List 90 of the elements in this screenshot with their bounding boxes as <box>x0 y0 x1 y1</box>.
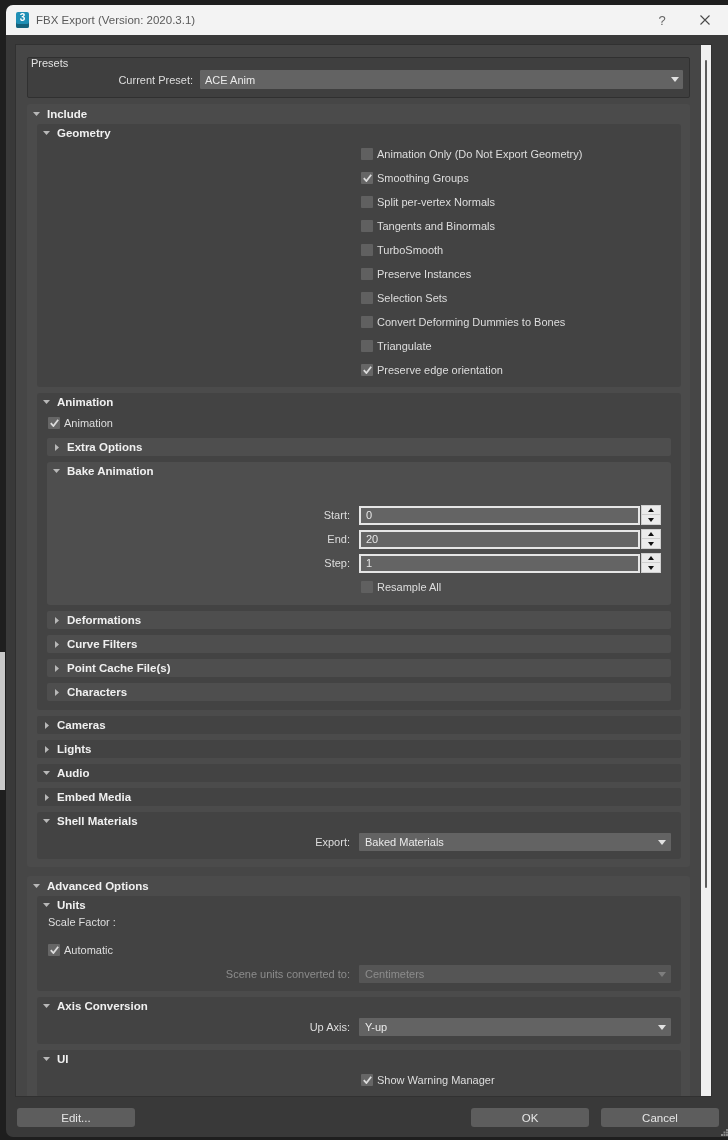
help-button[interactable]: ? <box>642 5 682 35</box>
checkbox-label: TurboSmooth <box>377 244 444 256</box>
rollout-header[interactable]: Lights <box>37 740 681 758</box>
checkbox[interactable] <box>361 148 373 160</box>
down-triangle-icon <box>648 565 654 570</box>
checkbox-label: Show Warning Manager <box>377 1074 495 1086</box>
checkbox-label: Smoothing Groups <box>377 172 469 184</box>
spin-down-button[interactable] <box>641 563 661 573</box>
field-label: Export: <box>315 836 350 848</box>
scrollbar-thumb[interactable] <box>705 60 707 888</box>
ok-button[interactable]: OK <box>471 1108 589 1127</box>
up-triangle-icon <box>648 556 654 560</box>
checkbox-label: Automatic <box>64 944 113 956</box>
rollout-header[interactable]: Audio <box>37 764 681 782</box>
window-title: FBX Export (Version: 2020.3.1) <box>36 14 196 26</box>
checkbox[interactable] <box>361 340 373 352</box>
rollout-header[interactable]: Units <box>43 896 86 914</box>
up-triangle-icon <box>648 508 654 512</box>
checkmark-icon <box>49 419 59 427</box>
checkbox[interactable] <box>361 244 373 256</box>
field-label: Up Axis: <box>309 1021 350 1033</box>
checkbox-label: Selection Sets <box>377 292 448 304</box>
rollout-header[interactable]: Advanced Options <box>33 876 149 896</box>
number-field[interactable]: 1 <box>359 553 640 573</box>
spin-up-button[interactable] <box>641 529 661 539</box>
checkbox[interactable] <box>361 172 373 184</box>
checkmark-icon <box>49 946 59 954</box>
field-label: Step: <box>324 557 350 569</box>
rollout-header[interactable]: Point Cache File(s) <box>47 659 671 677</box>
rollout-header[interactable]: Cameras <box>37 716 681 734</box>
app-logo: 3 <box>16 12 29 28</box>
checkbox[interactable] <box>361 1074 373 1086</box>
checkbox[interactable] <box>361 292 373 304</box>
rollout-header[interactable]: Extra Options <box>47 438 671 456</box>
rollout-header[interactable]: Bake Animation <box>53 462 154 480</box>
field-label: Start: <box>323 509 350 521</box>
number-field[interactable]: 0 <box>359 505 640 525</box>
checkbox[interactable] <box>361 364 373 376</box>
up-triangle-icon <box>648 532 654 536</box>
checkbox-label: Animation Only (Do Not Export Geometry) <box>377 148 583 160</box>
spin-up-button[interactable] <box>641 505 661 515</box>
dropdown[interactable]: Baked Materials <box>359 833 671 851</box>
rollout-header[interactable]: Embed Media <box>37 788 681 806</box>
checkbox[interactable] <box>48 944 60 956</box>
checkbox-label: Preserve edge orientation <box>377 364 503 376</box>
rollout-header[interactable]: Animation <box>43 393 114 411</box>
checkbox[interactable] <box>361 220 373 232</box>
rollout-header[interactable]: Curve Filters <box>47 635 671 653</box>
dropdown-caret-icon <box>658 971 666 977</box>
cancel-button[interactable]: Cancel <box>601 1108 719 1127</box>
checkbox[interactable] <box>48 417 60 429</box>
dropdown[interactable]: Y-up <box>359 1018 671 1036</box>
checkbox-label: Preserve Instances <box>377 268 472 280</box>
checkbox-label: Resample All <box>377 581 442 593</box>
resize-grip-icon <box>721 1129 728 1136</box>
rollout-header[interactable]: UI <box>43 1050 69 1068</box>
rollout-header[interactable]: Include <box>33 104 88 124</box>
rollout-header[interactable]: Deformations <box>47 611 671 629</box>
dropdown-caret-icon <box>658 1024 666 1030</box>
field-label: End: <box>327 533 350 545</box>
edit-button[interactable]: Edit... <box>17 1108 135 1127</box>
checkmark-icon <box>362 366 372 374</box>
checkbox-label: Animation <box>64 417 113 429</box>
checkbox-label: Convert Deforming Dummies to Bones <box>377 316 566 328</box>
number-field[interactable]: 20 <box>359 529 640 549</box>
checkbox-label: Triangulate <box>377 340 432 352</box>
checkbox[interactable] <box>361 316 373 328</box>
group-title: Presets <box>31 57 69 69</box>
checkbox[interactable] <box>361 196 373 208</box>
field-label: Current Preset: <box>118 73 193 86</box>
rollout-header[interactable]: Geometry <box>43 124 111 142</box>
spin-up-button[interactable] <box>641 553 661 563</box>
dropdown-caret-icon <box>658 839 666 845</box>
dropdown-caret-icon <box>671 77 679 82</box>
rollout-header[interactable]: Axis Conversion <box>43 997 148 1015</box>
preset-dropdown[interactable]: ACE Anim <box>200 70 683 89</box>
checkbox[interactable] <box>361 268 373 280</box>
down-triangle-icon <box>648 541 654 546</box>
rollout-header[interactable]: Shell Materials <box>43 812 138 830</box>
down-triangle-icon <box>648 517 654 522</box>
checkbox-label: Split per-vertex Normals <box>377 196 495 208</box>
rollout-header[interactable]: Characters <box>47 683 671 701</box>
close-icon <box>700 15 710 25</box>
field-label: Scale Factor : <box>48 915 116 930</box>
checkmark-icon <box>362 174 372 182</box>
spin-down-button[interactable] <box>641 515 661 525</box>
checkbox-label: Tangents and Binormals <box>377 220 495 232</box>
spin-down-button[interactable] <box>641 539 661 549</box>
checkmark-icon <box>362 1076 372 1084</box>
field-label: Scene units converted to: <box>225 968 350 980</box>
